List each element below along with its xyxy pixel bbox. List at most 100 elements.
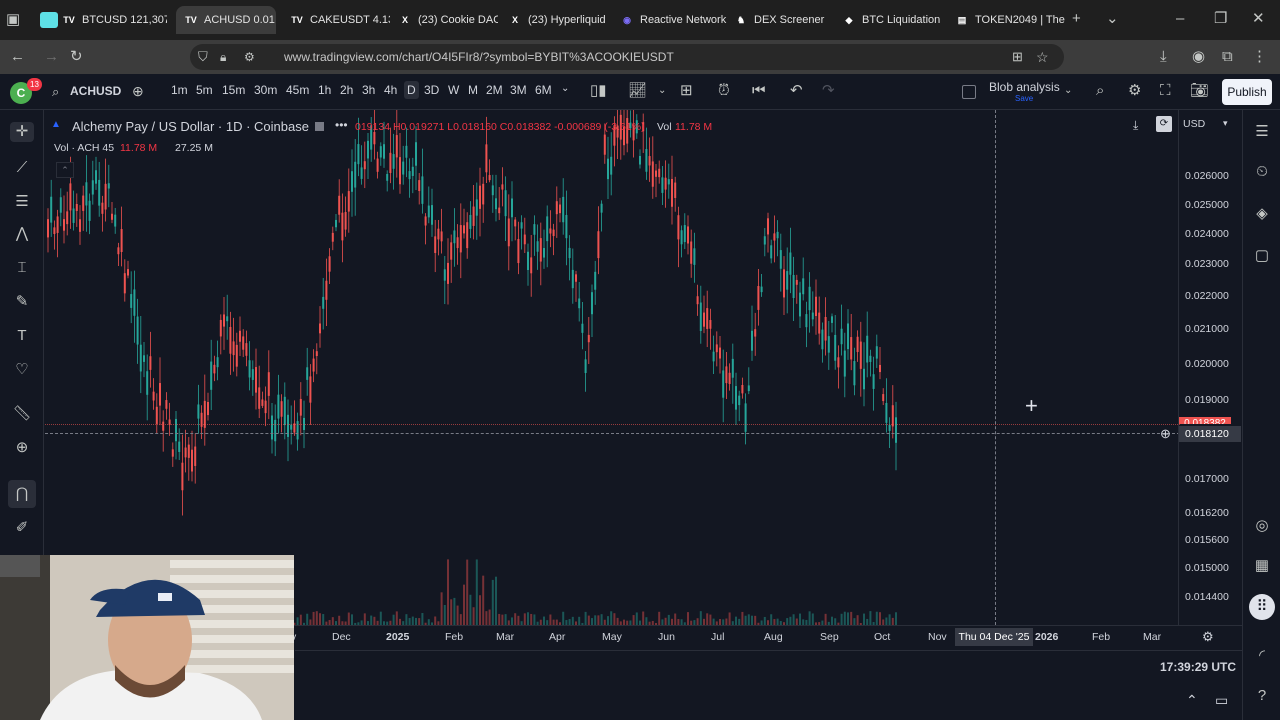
layout-menu-chevron-icon[interactable]: ⌄: [1064, 81, 1072, 101]
target-icon[interactable]: ◎: [1251, 516, 1273, 536]
fib-tool-icon[interactable]: ☰: [10, 192, 34, 212]
layout-checkbox[interactable]: [962, 85, 976, 99]
bar-style-icon[interactable]: ▯▮: [590, 81, 607, 101]
redo-icon[interactable]: ↷: [822, 81, 835, 101]
tab-search-icon[interactable]: ⌄: [1106, 9, 1119, 29]
close-window-icon[interactable]: ✕: [1252, 9, 1265, 29]
magnet-icon[interactable]: ⋂: [8, 480, 36, 508]
tab-group-icon[interactable]: [40, 12, 58, 28]
site-settings-icon[interactable]: ⚙: [244, 47, 255, 67]
chat-icon[interactable]: ▢: [1251, 246, 1273, 266]
legend-more-icon[interactable]: •••: [335, 118, 348, 132]
search-icon[interactable]: ⌕: [52, 82, 59, 102]
tab-actions-icon[interactable]: ▣: [6, 10, 20, 30]
shield-icon[interactable]: ⛉: [198, 47, 208, 67]
volume-indicator-label[interactable]: Vol · ACH 45: [54, 142, 114, 154]
lock-drawings-icon[interactable]: ✐: [10, 518, 34, 538]
browser-tab[interactable]: TVACHUSD 0.01…✕: [176, 6, 276, 34]
legend-toggle-icon[interactable]: ⌃: [56, 162, 74, 178]
forward-icon[interactable]: →: [44, 47, 59, 67]
text-tool-icon[interactable]: T: [10, 326, 34, 346]
extensions-icon[interactable]: ⧉: [1222, 47, 1233, 67]
browser-tab[interactable]: TV CAKEUSDT 4.130: [290, 6, 390, 34]
fullscreen-icon[interactable]: ⛶: [1160, 81, 1171, 101]
interval-5m[interactable]: 5m: [196, 83, 213, 97]
measure-tool-icon[interactable]: ⌶: [10, 258, 34, 278]
browser-tab[interactable]: ◉ Reactive Network: [620, 6, 728, 34]
reload-icon[interactable]: ↻: [70, 47, 83, 67]
minimize-icon[interactable]: –: [1176, 9, 1184, 29]
interval-4h[interactable]: 4h: [384, 83, 397, 97]
back-icon[interactable]: ←: [10, 47, 25, 67]
url-field[interactable]: ⛉ 🔒︎ ⚙ www.tradingview.com/chart/O4I5FIr…: [190, 44, 1064, 70]
lock-icon[interactable]: 🔒︎: [220, 47, 226, 67]
chart-pane[interactable]: ▲ Alchemy Pay / US Dollar · 1D · Coinbas…: [45, 110, 1180, 625]
interval-d[interactable]: D: [404, 81, 419, 99]
browser-tab[interactable]: ◆ BTC Liquidation L: [842, 6, 942, 34]
maximize-icon[interactable]: ❐: [1214, 9, 1227, 29]
profile-icon[interactable]: ◉: [1192, 47, 1205, 67]
browser-tab[interactable]: X (23) Cookie DAO: [398, 6, 498, 34]
bookmark-star-icon[interactable]: ☆: [1036, 47, 1049, 67]
browser-tab[interactable]: X (23) Hyperliquid: [508, 6, 608, 34]
maximize-panel-icon[interactable]: ▭: [1215, 692, 1228, 709]
zoom-in-icon[interactable]: ⊕: [10, 438, 34, 458]
camera-icon[interactable]: 📷︎: [1190, 81, 1209, 101]
interval-6m[interactable]: 6M: [535, 83, 552, 97]
interval-1m[interactable]: 1m: [171, 83, 188, 97]
price-axis[interactable]: USD ▾ 0.026000 0.025000 0.024000 0.023000 0.…: [1178, 110, 1242, 625]
interval-3d[interactable]: 3D: [424, 83, 439, 97]
browser-tab[interactable]: ♞ DEX Screener: [734, 6, 834, 34]
stream-icon[interactable]: ◜: [1251, 646, 1273, 666]
browser-tab[interactable]: ▤ TOKEN2049 | The: [955, 6, 1065, 34]
interval-2h[interactable]: 2h: [340, 83, 353, 97]
collapse-panel-icon[interactable]: ⌃: [1186, 692, 1198, 709]
crosshair-tool-icon[interactable]: ✛: [10, 122, 34, 142]
collapse-legend-icon[interactable]: ▲: [51, 119, 61, 130]
new-tab-icon[interactable]: +: [1072, 9, 1081, 29]
brush-icon[interactable]: ✎: [10, 292, 34, 312]
interval-45m[interactable]: 45m: [286, 83, 309, 97]
interval-15m[interactable]: 15m: [222, 83, 245, 97]
help-icon[interactable]: ?: [1251, 686, 1273, 706]
settings-gear-icon[interactable]: ⚙: [1128, 81, 1141, 101]
watchlist-icon[interactable]: ☰: [1251, 122, 1273, 142]
publish-button[interactable]: Publish: [1222, 79, 1272, 105]
interval-1h[interactable]: 1h: [318, 83, 331, 97]
undo-icon[interactable]: ↶: [790, 81, 803, 101]
alert-icon[interactable]: ⏰︎: [718, 81, 730, 101]
utc-clock[interactable]: 17:39:29 UTC: [1160, 660, 1236, 674]
symbol-title[interactable]: Alchemy Pay / US Dollar · 1D · Coinbase: [72, 119, 309, 134]
currency-selector[interactable]: USD ▾: [1183, 118, 1237, 136]
chevron-down-icon[interactable]: ⌄: [658, 81, 666, 101]
replay-icon[interactable]: ⏮: [752, 81, 766, 101]
chevron-down-icon[interactable]: ⌄: [561, 83, 569, 94]
compare-add-icon[interactable]: ⊕: [132, 81, 144, 101]
download-icon[interactable]: ⤓: [1160, 47, 1167, 67]
apps-grid-icon[interactable]: ⠿: [1249, 594, 1275, 620]
pattern-tool-icon[interactable]: ⋀: [10, 224, 34, 244]
interval-30m[interactable]: 30m: [254, 83, 277, 97]
alerts-clock-icon[interactable]: ⏲: [1251, 162, 1273, 182]
interval-3h[interactable]: 3h: [362, 83, 375, 97]
calendar-icon[interactable]: ▦: [1251, 556, 1273, 576]
interval-2m[interactable]: 2M: [486, 83, 503, 97]
interval-m[interactable]: M: [468, 83, 478, 97]
favorites-heart-icon[interactable]: ♡: [10, 360, 34, 380]
interval-w[interactable]: W: [448, 83, 459, 97]
browser-tab[interactable]: TV BTCUSD 121,307: [62, 6, 167, 34]
quick-search-icon[interactable]: ⌕: [1096, 81, 1104, 101]
indicators-icon[interactable]: 📈︎: [628, 81, 647, 101]
add-alert-plus-icon[interactable]: ⊕: [1160, 426, 1171, 442]
trend-line-icon[interactable]: ⟋: [10, 158, 34, 178]
ruler-icon[interactable]: 📏︎: [10, 404, 34, 424]
interval-3m[interactable]: 3M: [510, 83, 527, 97]
templates-icon[interactable]: ⊞: [680, 81, 693, 101]
axis-settings-gear-icon[interactable]: ⚙: [1202, 629, 1214, 645]
layers-icon[interactable]: ◈: [1251, 204, 1273, 224]
symbol-search-button[interactable]: ACHUSD: [70, 84, 121, 98]
layout-name[interactable]: Blob analysis: [989, 80, 1060, 94]
install-app-icon[interactable]: ⊞: [1012, 47, 1023, 67]
scroll-down-icon[interactable]: ⤓: [1133, 118, 1138, 133]
auto-scale-icon[interactable]: ⟳: [1156, 116, 1172, 132]
